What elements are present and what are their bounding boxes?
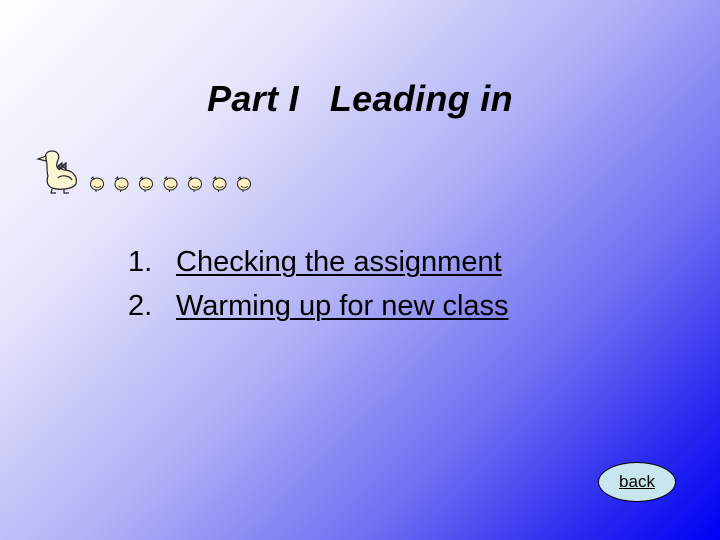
agenda-item: 2. Warming up for new class	[128, 284, 509, 328]
back-button[interactable]: back	[598, 462, 676, 502]
duck-with-ducklings-icon	[35, 150, 251, 194]
duckling-icon	[237, 176, 251, 192]
agenda-item: 1. Checking the assignment	[128, 240, 509, 284]
mother-duck-icon	[35, 150, 77, 194]
duckling-icon	[163, 176, 178, 192]
agenda-item-number: 1.	[128, 246, 153, 278]
agenda-list: 1. Checking the assignment 2. Warming up…	[128, 240, 509, 328]
duckling-icon	[188, 176, 202, 192]
agenda-item-number: 2.	[128, 290, 153, 322]
agenda-link-warming-up[interactable]: Warming up for new class	[176, 284, 509, 328]
duckling-icon	[114, 176, 129, 192]
duckling-icon	[212, 176, 227, 192]
slide-title: Part I Leading in	[207, 78, 513, 119]
duckling-icon	[90, 176, 104, 192]
agenda-link-checking-assignment[interactable]: Checking the assignment	[176, 240, 502, 284]
duckling-icon	[139, 176, 153, 192]
ducklings-group	[90, 176, 251, 192]
